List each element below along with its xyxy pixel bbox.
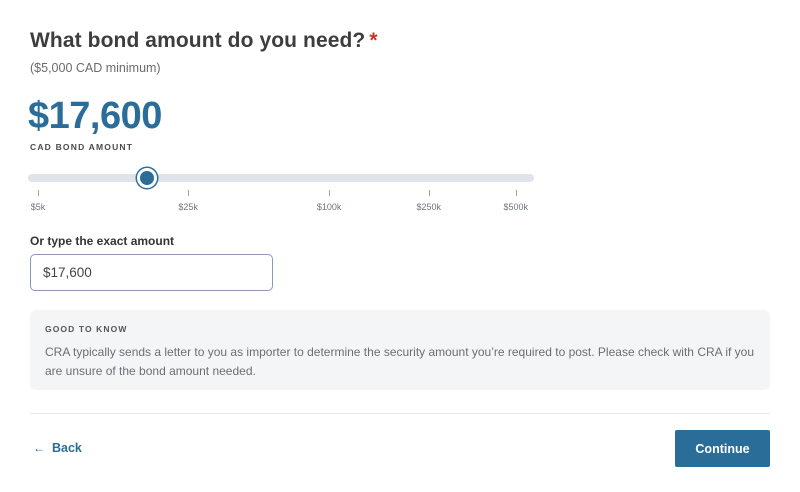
continue-button[interactable]: Continue	[675, 430, 770, 467]
back-label: Back	[52, 441, 82, 455]
back-button[interactable]: ← Back	[33, 441, 82, 455]
info-text: CRA typically sends a letter to you as i…	[45, 345, 755, 378]
exact-amount-label: Or type the exact amount	[30, 234, 175, 248]
slider-tick-label: $250k	[416, 202, 441, 212]
bond-amount-caption: CAD BOND AMOUNT	[30, 142, 134, 152]
slider-tick-label: $25k	[178, 202, 198, 212]
slider-tick-label: $500k	[503, 202, 528, 212]
info-heading: GOOD TO KNOW	[45, 324, 128, 334]
bond-amount-display: $17,600	[28, 95, 162, 137]
slider-tick	[428, 190, 430, 196]
required-marker: *	[369, 29, 378, 52]
slider-tick	[329, 190, 331, 196]
slider-tick-label: $5k	[30, 202, 46, 212]
good-to-know-box: GOOD TO KNOW CRA typically sends a lette…	[30, 310, 770, 390]
divider	[30, 413, 770, 414]
slider-tick	[38, 190, 39, 196]
slider-track[interactable]	[28, 174, 534, 182]
arrow-left-icon: ←	[33, 441, 45, 455]
slider-tick	[515, 190, 517, 196]
question-title: What bond amount do you need? *	[30, 29, 378, 53]
slider-handle[interactable]	[136, 168, 157, 188]
question-title-text: What bond amount do you need?	[30, 29, 366, 52]
exact-amount-input[interactable]	[30, 254, 273, 291]
slider-tick	[188, 190, 190, 196]
slider-tick-label: $100k	[316, 202, 342, 212]
minimum-note: ($5,000 CAD minimum)	[30, 61, 161, 75]
bond-amount-slider[interactable]: $5k $25k $100k $250k $500k	[28, 168, 534, 214]
